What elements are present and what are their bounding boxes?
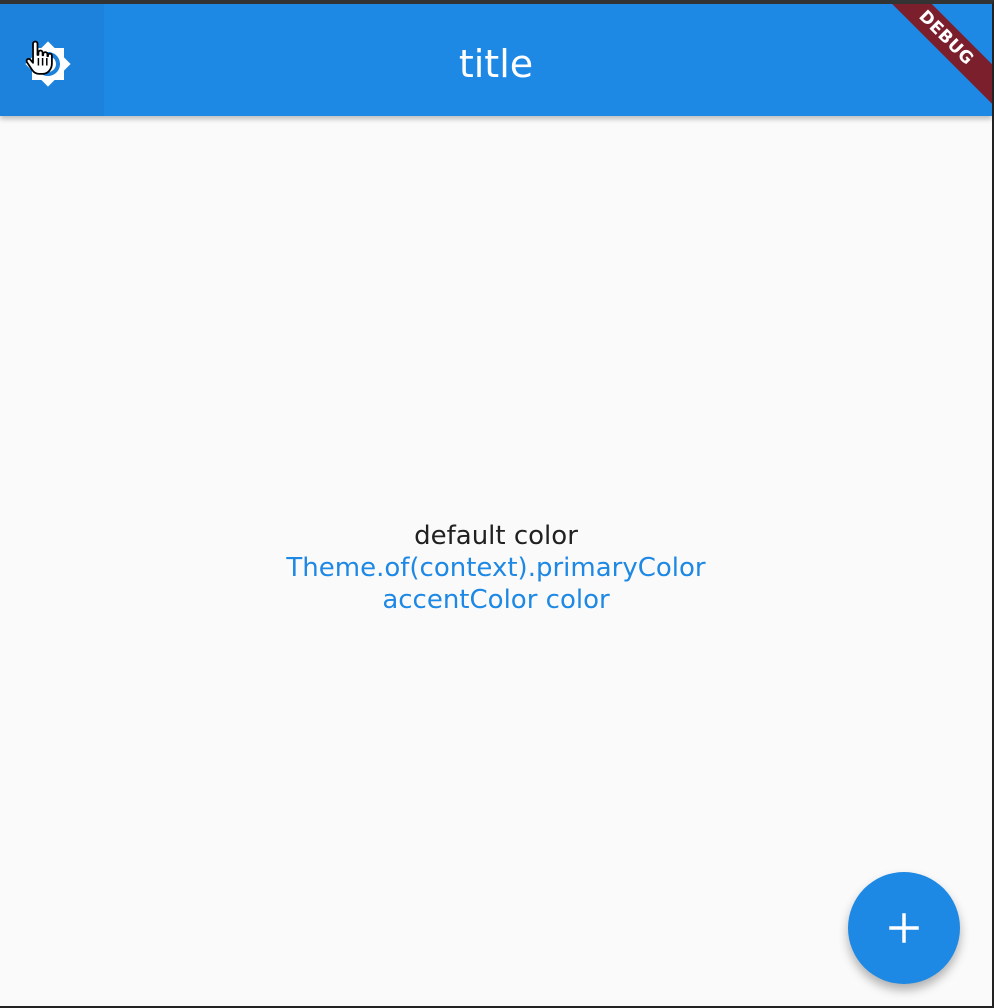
app-bar-title: title [458, 42, 534, 86]
app-bar: title [0, 4, 992, 116]
primary-color-text: Theme.of(context).primaryColor [286, 553, 706, 583]
default-color-text: default color [414, 521, 578, 551]
app-window: title DEBUG default color Theme.of(conte… [0, 0, 994, 1008]
accent-color-text: accentColor color [382, 585, 610, 615]
add-icon [889, 913, 919, 943]
body-content: default color Theme.of(context).primaryC… [0, 520, 992, 616]
add-fab-button[interactable] [848, 872, 960, 984]
